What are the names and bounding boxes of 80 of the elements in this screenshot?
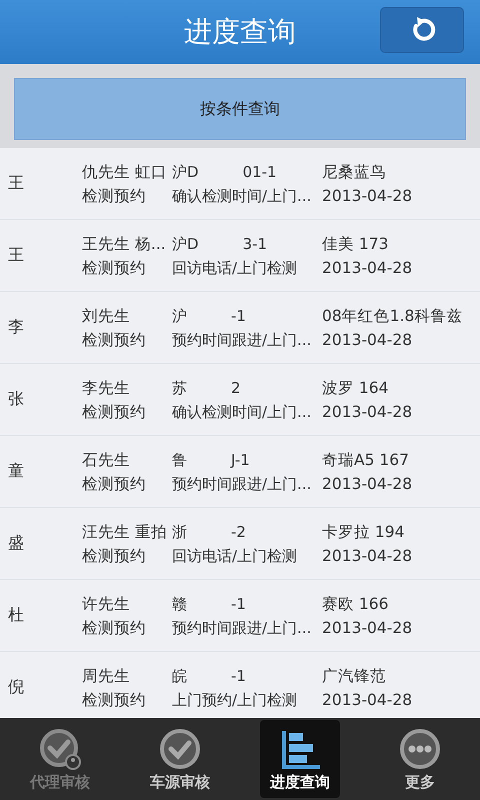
customer-name: 王 [7,245,25,266]
tab[interactable]: 进度查询 [260,720,340,798]
plate-text: 沪D [172,162,199,182]
car-model: 尼桑蓝鸟 [322,162,387,182]
car-model: 赛欧 166 [322,594,390,614]
service-text: 检测预约 [82,546,147,566]
plate-text: -1 [231,594,246,614]
plate-text: -1 [231,666,246,686]
progress-text: 预约时间跟进/上门... [172,618,312,638]
date-text: 2013-04-28 [322,330,414,350]
date-text: 2013-04-28 [322,258,414,278]
plate-text: 沪D [172,234,199,254]
plate-text: -2 [231,522,246,542]
contact-text: 许先生 [82,594,131,614]
contact-text: 李先生 [82,378,131,398]
service-text: 检测预约 [82,402,147,422]
list-row[interactable]: 李 刘先生 检测预约 沪 -1 预约时间跟进/上门... 08年红色1.8科鲁兹 2013-04-28 [0,292,480,364]
list-row[interactable]: 盛 汪先生 重拍 检测预约 浙 -2 回访电话/上门检测 卡罗拉 194 2013-04-28 [0,508,480,580]
list-row[interactable]: 张 李先生 检测预约 苏 2 确认检测时间/上门... 波罗 164 2013-04-28 [0,364,480,436]
service-text: 检测预约 [82,186,147,206]
list-row[interactable]: 王 仇先生 虹口 检测预约 沪D 01-1 确认检测时间/上门... 尼桑蓝鸟 2013-04-28 [0,148,480,220]
tab[interactable]: 车源审核 [140,720,220,798]
refresh-button[interactable] [380,7,464,53]
date-text: 2013-04-28 [322,186,414,206]
filter-button[interactable]: 按条件查询 [14,78,466,140]
car-model: 08年红色1.8科鲁兹 [322,306,464,326]
contact-text: 石先生 [82,450,131,470]
car-model: 波罗 164 [322,378,390,398]
plate-text: -1 [231,306,246,326]
customer-name: 张 [7,389,25,410]
plate-text: 01-1 [242,162,277,182]
customer-name: 杜 [7,605,25,626]
car-model: 卡罗拉 194 [322,522,406,542]
car-model: 奇瑞A5 167 [322,450,410,470]
car-model: 广汽锋范 [322,666,387,686]
plate-text: 皖 [172,666,187,686]
contact-text: 周先生 [82,666,131,686]
list-row[interactable]: 王 王先生 杨... 检测预约 沪D 3-1 回访电话/上门检测 佳美 173 2013-04-28 [0,220,480,292]
page-title: 进度查询 [184,14,296,50]
customer-name: 童 [7,461,25,482]
progress-text: 确认检测时间/上门... [172,402,312,422]
progress-text: 预约时间跟进/上门... [172,474,312,494]
progress-text: 预约时间跟进/上门... [172,330,312,350]
list-row[interactable]: 童 石先生 检测预约 鲁 J-1 预约时间跟进/上门... 奇瑞A5 167 2013-04-28 [0,436,480,508]
date-text: 2013-04-28 [322,690,414,710]
tab[interactable]: 更多 [380,720,460,798]
check-icon [158,726,202,770]
contact-text: 王先生 杨... [82,234,167,254]
plate-text: J-1 [231,450,250,470]
progress-text: 回访电话/上门检测 [172,546,298,566]
date-text: 2013-04-28 [322,474,414,494]
customer-name: 倪 [7,677,25,698]
plate-text: 3-1 [242,234,268,254]
customer-name: 王 [7,173,25,194]
customer-name: 盛 [7,533,25,554]
check-user-icon [38,726,82,770]
plate-text: 浙 [172,522,187,542]
progress-text: 确认检测时间/上门... [172,186,312,206]
date-text: 2013-04-28 [322,618,414,638]
contact-text: 刘先生 [82,306,131,326]
progress-text: 上门预约/上门检测 [172,690,298,710]
service-text: 检测预约 [82,474,147,494]
service-text: 检测预约 [82,618,147,638]
progress-text: 回访电话/上门检测 [172,258,298,278]
contact-text: 汪先生 重拍 [82,522,168,542]
list-row[interactable]: 杜 许先生 检测预约 赣 -1 预约时间跟进/上门... 赛欧 166 2013-04-28 [0,580,480,652]
plate-text: 2 [231,378,241,398]
service-text: 检测预约 [82,690,147,710]
car-model: 佳美 173 [322,234,390,254]
plate-text: 鲁 [172,450,187,470]
date-text: 2013-04-28 [322,402,414,422]
plate-text: 沪 [172,306,187,326]
service-text: 检测预约 [82,258,147,278]
more-icon [398,726,442,770]
service-text: 检测预约 [82,330,147,350]
contact-text: 仇先生 虹口 [82,162,168,182]
date-text: 2013-04-28 [322,546,414,566]
customer-name: 李 [7,317,25,338]
plate-text: 赣 [172,594,187,614]
plate-text: 苏 [172,378,187,398]
